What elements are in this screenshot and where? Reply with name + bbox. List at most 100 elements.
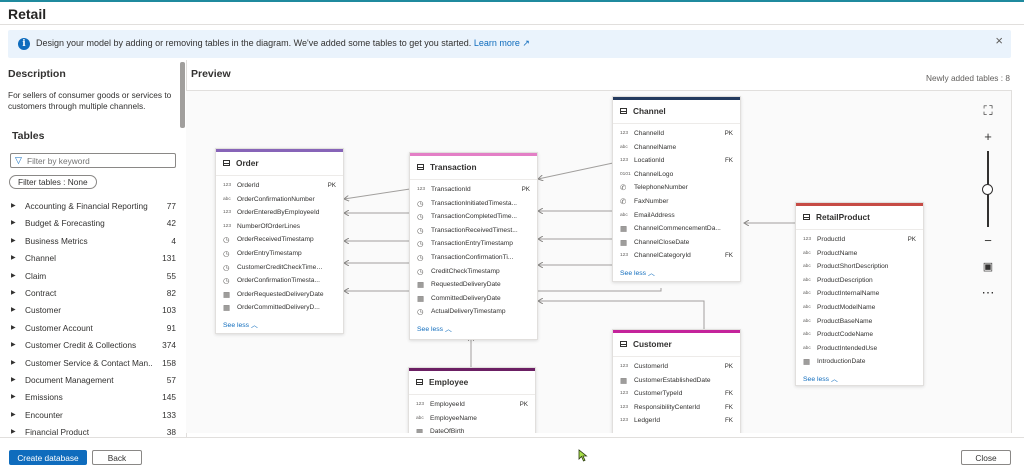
table-card-transaction[interactable]: Transaction 123 TransactionId PK ◷ Transactio…: [409, 152, 538, 340]
field-row[interactable]: 123 ChannelCategoryId FK: [613, 249, 740, 263]
zoom-out-icon[interactable]: −: [980, 233, 996, 249]
expand-caret-icon[interactable]: ▶: [11, 372, 16, 389]
back-button[interactable]: Back: [92, 450, 142, 465]
field-row[interactable]: 123 CustomerTypeId FK: [613, 387, 740, 401]
table-list-item[interactable]: ▶ Financial Product 38: [10, 424, 178, 441]
field-row[interactable]: abc ProductCodeName: [796, 328, 923, 342]
table-list-item[interactable]: ▶ Channel 131: [10, 250, 178, 267]
field-row[interactable]: ✆ TelephoneNumber: [613, 181, 740, 195]
field-row[interactable]: ▦ ChannelCloseDate: [613, 236, 740, 250]
field-row[interactable]: 123 LedgerId FK: [613, 414, 740, 428]
field-row[interactable]: 123 ResponsibilityCenterId FK: [613, 401, 740, 415]
field-row[interactable]: ◷ TransactionReceivedTimest...: [410, 224, 537, 238]
table-list-item[interactable]: ▶ Budget & Forecasting 42: [10, 215, 178, 232]
expand-caret-icon[interactable]: ▶: [11, 268, 16, 285]
table-list-item[interactable]: ▶ Claim 55: [10, 268, 178, 285]
field-row[interactable]: ▦ CustomerEstablishedDate: [613, 374, 740, 388]
field-row[interactable]: 123 OrderEnteredByEmployeeId: [216, 206, 343, 220]
filter-tables-pill[interactable]: Filter tables : None: [9, 175, 97, 189]
field-row[interactable]: ▦ RequestedDeliveryDate: [410, 278, 537, 292]
expand-caret-icon[interactable]: ▶: [11, 407, 16, 424]
table-list-item[interactable]: ▶ Emissions 145: [10, 389, 178, 406]
table-list-item[interactable]: ▶ Contract 82: [10, 285, 178, 302]
field-row[interactable]: abc ProductInternalName: [796, 287, 923, 301]
field-row[interactable]: abc OrderConfirmationNumber: [216, 193, 343, 207]
table-list-item[interactable]: ▶ Customer Service & Contact Man... 158: [10, 355, 178, 372]
table-list-item[interactable]: ▶ Encounter 133: [10, 407, 178, 424]
field-row[interactable]: 123 EmployeeId PK: [409, 398, 535, 412]
field-row[interactable]: ▦ ChannelCommencementDa...: [613, 222, 740, 236]
field-row[interactable]: abc ProductDescription: [796, 274, 923, 288]
field-row[interactable]: ◷ TransactionEntryTimestamp: [410, 237, 537, 251]
expand-caret-icon[interactable]: ▶: [11, 355, 16, 372]
field-row[interactable]: ◷ OrderConfirmationTimesta...: [216, 274, 343, 288]
field-row[interactable]: 123 CustomerId PK: [613, 360, 740, 374]
field-row[interactable]: 123 OrderId PK: [216, 179, 343, 193]
table-list-item[interactable]: ▶ Customer 103: [10, 302, 178, 319]
table-list-item[interactable]: ▶ Customer Credit & Collections 374: [10, 337, 178, 354]
field-row[interactable]: 123 NumberOfOrderLines: [216, 220, 343, 234]
field-row[interactable]: 0101 ChannelLogo: [613, 168, 740, 182]
table-list-item[interactable]: ▶ Customer Account 91: [10, 320, 178, 337]
expand-caret-icon[interactable]: ▶: [11, 337, 16, 354]
table-card-order[interactable]: Order 123 OrderId PK abc OrderConfirmationNum…: [215, 148, 344, 334]
close-button[interactable]: Close: [961, 450, 1011, 465]
table-card-channel[interactable]: Channel 123 ChannelId PK abc ChannelName 123 Lo…: [612, 96, 741, 282]
see-less-link[interactable]: See less ︿: [620, 267, 655, 277]
more-options-icon[interactable]: ⋯: [980, 285, 996, 301]
field-row[interactable]: ▦ CommittedDeliveryDate: [410, 292, 537, 306]
field-row[interactable]: abc ProductModelName: [796, 301, 923, 315]
field-row[interactable]: abc ProductShortDescription: [796, 260, 923, 274]
field-row[interactable]: ▦ OrderRequestedDeliveryDate: [216, 288, 343, 302]
diagram-canvas[interactable]: ⛶ + − ▣ ⋯ Order 123 OrderId PK abc OrderConfi…: [186, 90, 1012, 433]
field-row[interactable]: abc EmployeeName: [409, 412, 535, 426]
table-card-retailproduct[interactable]: RetailProduct 123 ProductId PK abc ProductNam…: [795, 202, 924, 386]
expand-caret-icon[interactable]: ▶: [11, 285, 16, 302]
field-row[interactable]: ◷ TransactionConfirmationTi...: [410, 251, 537, 265]
zoom-in-icon[interactable]: +: [980, 129, 996, 145]
table-card-customer[interactable]: Customer 123 CustomerId PK ▦ CustomerEstablis…: [612, 329, 741, 433]
field-row[interactable]: ◷ OrderEntryTimestamp: [216, 247, 343, 261]
field-row[interactable]: 123 TransactionId PK: [410, 183, 537, 197]
table-card-employee[interactable]: Employee 123 EmployeeId PK abc EmployeeName ▦ D…: [408, 367, 536, 433]
zoom-slider-thumb[interactable]: [982, 184, 993, 195]
field-row[interactable]: ▦ OrderCommittedDeliveryD...: [216, 301, 343, 315]
expand-caret-icon[interactable]: ▶: [11, 250, 16, 267]
learn-more-link[interactable]: Learn more ↗: [474, 38, 530, 48]
field-row[interactable]: abc ProductBaseName: [796, 315, 923, 329]
field-row[interactable]: ◷ ActualDeliveryTimestamp: [410, 305, 537, 319]
see-less-link[interactable]: See less ︿: [620, 432, 655, 433]
table-list-item[interactable]: ▶ Document Management 57: [10, 372, 178, 389]
see-less-link[interactable]: See less ︿: [417, 323, 452, 333]
field-row[interactable]: ◷ OrderReceivedTimestamp: [216, 233, 343, 247]
field-row[interactable]: abc EmailAddress: [613, 209, 740, 223]
filter-box[interactable]: ▽: [10, 153, 176, 168]
table-list-item[interactable]: ▶ Accounting & Financial Reporting 77: [10, 198, 178, 215]
field-row[interactable]: ◷ CustomerCreditCheckTimes...: [216, 261, 343, 275]
minimap-icon[interactable]: ▣: [980, 259, 996, 275]
field-row[interactable]: ▦ IntroductionDate: [796, 355, 923, 369]
fit-to-screen-icon[interactable]: ⛶: [980, 103, 996, 119]
field-row[interactable]: 123 ProductId PK: [796, 233, 923, 247]
see-less-link[interactable]: See less ︿: [803, 373, 838, 383]
field-row[interactable]: ✆ FaxNumber: [613, 195, 740, 209]
expand-caret-icon[interactable]: ▶: [11, 424, 16, 441]
left-scrollbar[interactable]: [180, 62, 185, 128]
field-row[interactable]: 123 ChannelId PK: [613, 127, 740, 141]
filter-input[interactable]: [27, 155, 172, 166]
expand-caret-icon[interactable]: ▶: [11, 215, 16, 232]
field-row[interactable]: ▦ DateOfBirth: [409, 425, 535, 433]
expand-caret-icon[interactable]: ▶: [11, 198, 16, 215]
field-row[interactable]: abc ProductName: [796, 247, 923, 261]
expand-caret-icon[interactable]: ▶: [11, 389, 16, 406]
field-row[interactable]: ◷ CreditCheckTimestamp: [410, 265, 537, 279]
table-list-item[interactable]: ▶ Business Metrics 4: [10, 233, 178, 250]
field-row[interactable]: abc ProductIntendedUse: [796, 342, 923, 356]
field-row[interactable]: 123 LocationId FK: [613, 154, 740, 168]
close-banner-icon[interactable]: ×: [995, 33, 1003, 48]
field-row[interactable]: abc ChannelName: [613, 141, 740, 155]
expand-caret-icon[interactable]: ▶: [11, 233, 16, 250]
expand-caret-icon[interactable]: ▶: [11, 320, 16, 337]
create-database-button[interactable]: Create database: [9, 450, 87, 465]
see-less-link[interactable]: See less ︿: [223, 319, 258, 329]
